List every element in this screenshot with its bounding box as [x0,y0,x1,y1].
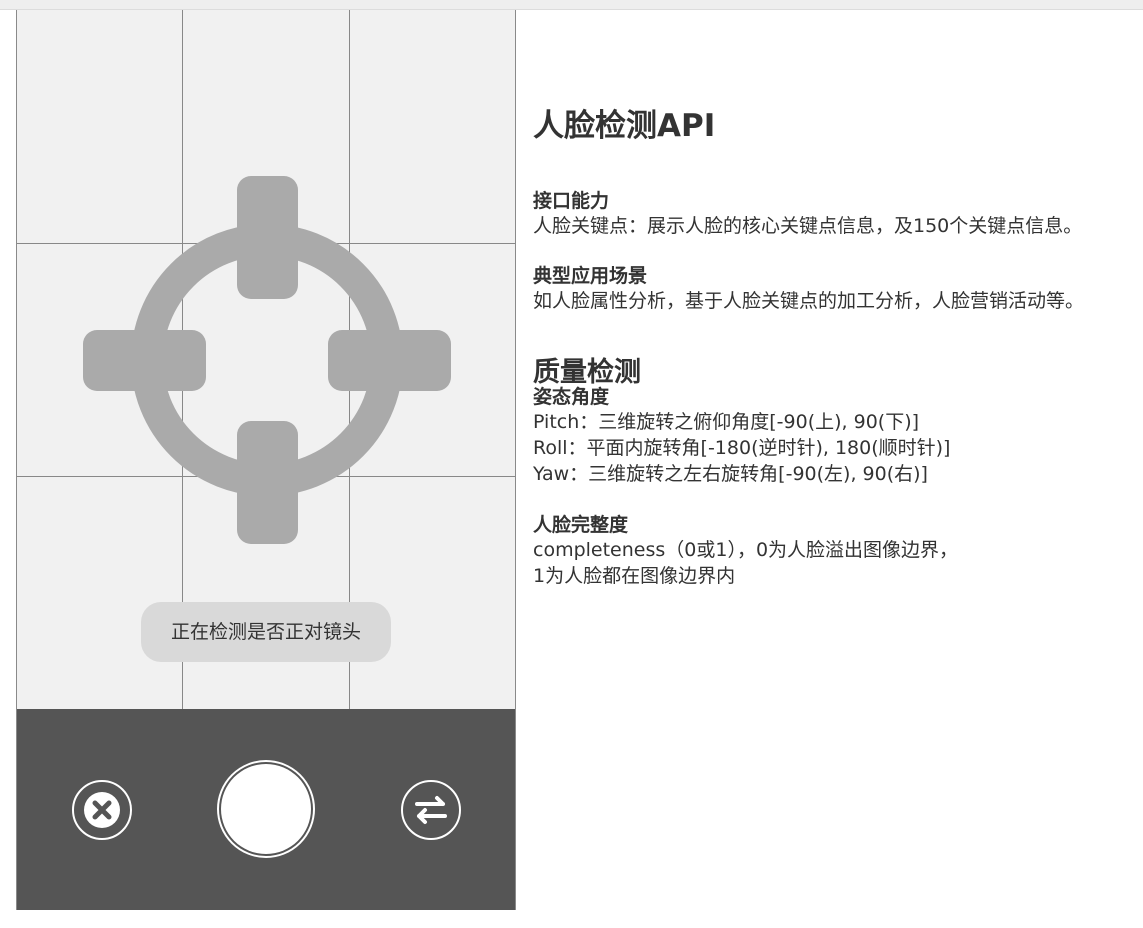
switch-camera-icon [401,780,461,840]
camera-control-bar [17,709,515,910]
page-title: 人脸检测API [533,108,716,144]
camera-viewfinder: 正在检测是否正对镜头 [17,10,515,709]
capability-text: 人脸关键点：展示人脸的核心关键点信息，及150个关键点信息。 [533,215,1083,237]
switch-camera-button[interactable] [400,779,462,841]
face-target-icon [83,176,451,544]
pose-heading: 姿态角度 [533,386,610,408]
detection-status-toast: 正在检测是否正对镜头 [141,602,391,662]
scenario-text: 如人脸属性分析，基于人脸关键点的加工分析，人脸营销活动等。 [533,290,1085,312]
close-icon [72,780,132,840]
pose-yaw-line: Yaw：三维旋转之左右旋转角[-90(左), 90(右)] [533,463,928,485]
scenario-section: 典型应用场景 如人脸属性分析，基于人脸关键点的加工分析，人脸营销活动等。 [533,264,1084,314]
close-button[interactable] [71,779,133,841]
shutter-icon [217,760,315,858]
capability-heading: 接口能力 [533,190,610,212]
capability-section: 接口能力 人脸关键点：展示人脸的核心关键点信息，及150个关键点信息。 [533,189,1082,239]
quality-section-title: 质量检测 [533,357,641,388]
completeness-line: completeness（0或1），0为人脸溢出图像边界， [533,539,959,561]
completeness-section: 人脸完整度 completeness（0或1），0为人脸溢出图像边界， 1为人脸… [533,513,958,589]
scenario-heading: 典型应用场景 [533,265,648,287]
pose-roll-line: Roll：平面内旋转角[-180(逆时针), 180(顺时针)] [533,437,951,459]
pose-pitch-line: Pitch：三维旋转之俯仰角度[-90(上), 90(下)] [533,411,920,433]
pose-section: 姿态角度 Pitch：三维旋转之俯仰角度[-90(上), 90(下)] Roll… [533,385,950,487]
browser-top-strip [0,0,1143,10]
camera-panel: 正在检测是否正对镜头 [16,10,516,910]
completeness-line: 1为人脸都在图像边界内 [533,565,736,587]
shutter-button[interactable] [216,759,316,859]
completeness-heading: 人脸完整度 [533,514,629,536]
